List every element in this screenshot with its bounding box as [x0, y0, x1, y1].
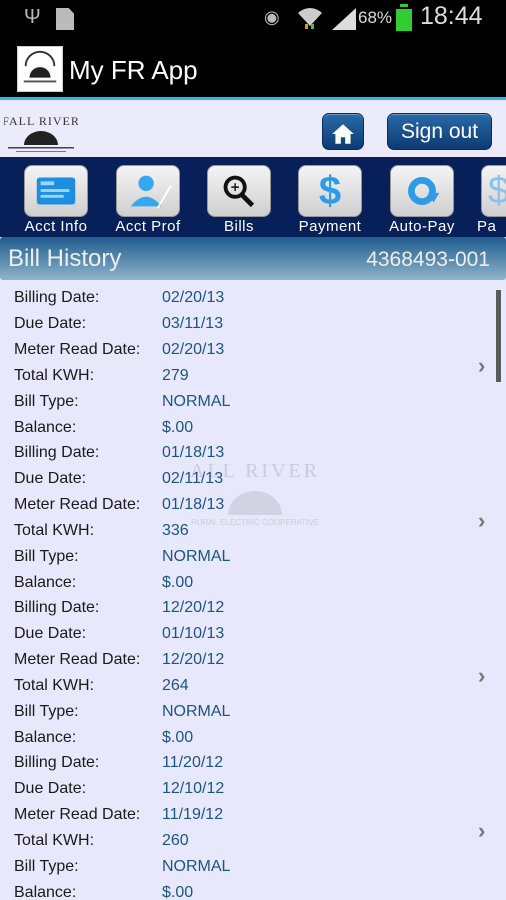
- bill-item[interactable]: Billing Date: 11/20/12 Due Date: 12/10/12 …: [0, 750, 506, 900]
- balance: $.00: [162, 729, 194, 746]
- bill-item[interactable]: Billing Date: 12/20/12 Due Date: 01/10/13 …: [0, 595, 506, 750]
- label-balance: Balance:: [14, 419, 77, 436]
- bill-type: NORMAL: [162, 393, 231, 410]
- account-number: 4368493-001: [366, 248, 490, 271]
- due-date: 03/11/13: [162, 315, 224, 332]
- usb-icon: Ψ: [24, 6, 41, 28]
- user-profile-icon: [116, 165, 180, 217]
- balance: $.00: [162, 419, 194, 436]
- sign-out-button[interactable]: Sign out: [387, 113, 492, 150]
- label-total-kwh: Total KWH:: [14, 832, 95, 849]
- due-date: 02/11/13: [162, 470, 224, 487]
- fall-river-logo-icon: FALL RIVER: [4, 114, 78, 152]
- payment-partial-icon: $: [481, 165, 506, 217]
- action-bar: My FR App: [0, 36, 506, 100]
- bill-item[interactable]: Billing Date: 02/20/13 Due Date: 03/11/13 …: [0, 285, 506, 440]
- label-bill-type: Bill Type:: [14, 858, 79, 875]
- clock: 18:44: [420, 2, 483, 30]
- refresh-icon: [390, 165, 454, 217]
- chevron-right-icon[interactable]: ›: [478, 663, 492, 688]
- nav-item-bills[interactable]: Bills: [203, 165, 275, 237]
- label-balance: Balance:: [14, 884, 77, 900]
- bill-type: NORMAL: [162, 548, 231, 565]
- status-bar: Ψ ◉ 68% 18:44: [0, 0, 506, 36]
- label-due-date: Due Date:: [14, 315, 87, 332]
- label-bill-type: Bill Type:: [14, 393, 79, 410]
- total-kwh: 279: [162, 367, 189, 384]
- nav-item-auto-pay[interactable]: Auto-Pay: [386, 165, 458, 237]
- meter-read-date: 02/20/13: [162, 341, 225, 358]
- label-billing-date: Billing Date:: [14, 289, 100, 306]
- billing-date: 12/20/12: [162, 599, 225, 616]
- label-total-kwh: Total KWH:: [14, 367, 95, 384]
- battery-charging-icon: [396, 4, 412, 31]
- label-billing-date: Billing Date:: [14, 754, 100, 771]
- page-header: FALL RIVER Sign out: [0, 103, 506, 159]
- label-meter-read-date: Meter Read Date:: [14, 496, 141, 513]
- chevron-right-icon[interactable]: ›: [478, 508, 492, 533]
- label-balance: Balance:: [14, 729, 77, 746]
- label-due-date: Due Date:: [14, 625, 87, 642]
- label-billing-date: Billing Date:: [14, 599, 100, 616]
- label-bill-type: Bill Type:: [14, 548, 79, 565]
- label-meter-read-date: Meter Read Date:: [14, 651, 141, 668]
- section-title: Bill History: [8, 245, 122, 272]
- nav-item-acct-prof[interactable]: Acct Prof: [112, 165, 184, 237]
- due-date: 12/10/12: [162, 780, 225, 797]
- meter-read-date: 01/18/13: [162, 496, 225, 513]
- signal-icon: [332, 8, 356, 30]
- balance: $.00: [162, 574, 194, 591]
- battery-percent: 68%: [358, 8, 393, 27]
- chevron-right-icon[interactable]: ›: [478, 818, 492, 843]
- nav-label: Auto-Pay: [389, 218, 455, 235]
- bill-history-header: Bill History 4368493-001: [0, 237, 506, 280]
- nav-label: Pa: [477, 218, 497, 235]
- total-kwh: 260: [162, 832, 189, 849]
- nav-item-acct-info[interactable]: Acct Info: [20, 165, 92, 237]
- label-total-kwh: Total KWH:: [14, 522, 95, 539]
- label-bill-type: Bill Type:: [14, 703, 79, 720]
- bill-list[interactable]: ALL RIVER RURAL ELECTRIC COOPERATIVE Bil…: [0, 285, 506, 900]
- wifi-icon: [298, 8, 322, 29]
- meter-read-date: 12/20/12: [162, 651, 225, 668]
- label-balance: Balance:: [14, 574, 77, 591]
- app-title: My FR App: [69, 55, 198, 85]
- billing-date: 02/20/13: [162, 289, 225, 306]
- label-due-date: Due Date:: [14, 780, 87, 797]
- nav-label: Bills: [223, 218, 254, 235]
- label-meter-read-date: Meter Read Date:: [14, 341, 141, 358]
- bill-type: NORMAL: [162, 858, 231, 875]
- nav-label: Payment: [298, 218, 362, 235]
- nav-strip: Acct Info Acct Prof Bills $ Payment Auto…: [0, 159, 506, 237]
- eye-icon: ◉: [264, 7, 280, 27]
- bill-item[interactable]: Billing Date: 01/18/13 Due Date: 02/11/13 …: [0, 440, 506, 595]
- label-due-date: Due Date:: [14, 470, 87, 487]
- meter-read-date: 11/19/12: [162, 806, 224, 823]
- label-total-kwh: Total KWH:: [14, 677, 95, 694]
- id-card-icon: [24, 165, 88, 217]
- total-kwh: 336: [162, 522, 189, 539]
- label-meter-read-date: Meter Read Date:: [14, 806, 141, 823]
- svg-text:FALL RIVER: FALL RIVER: [4, 114, 78, 128]
- nav-label: Acct Info: [24, 218, 88, 235]
- billing-date: 01/18/13: [162, 444, 225, 461]
- dollar-icon: $: [298, 165, 362, 217]
- balance: $.00: [162, 884, 194, 900]
- home-icon: [332, 124, 354, 144]
- label-billing-date: Billing Date:: [14, 444, 100, 461]
- chevron-right-icon[interactable]: ›: [478, 353, 492, 378]
- app-logo-icon: [17, 46, 63, 92]
- no-sim-icon: [56, 8, 74, 30]
- due-date: 01/10/13: [162, 625, 225, 642]
- bill-type: NORMAL: [162, 703, 231, 720]
- billing-date: 11/20/12: [162, 754, 224, 771]
- magnify-document-icon: [207, 165, 271, 217]
- nav-item-payment[interactable]: $ Payment: [294, 165, 366, 237]
- total-kwh: 264: [162, 677, 189, 694]
- home-button[interactable]: [322, 113, 364, 150]
- nav-item-partial[interactable]: $ Pa: [477, 165, 506, 237]
- nav-label: Acct Prof: [115, 218, 181, 235]
